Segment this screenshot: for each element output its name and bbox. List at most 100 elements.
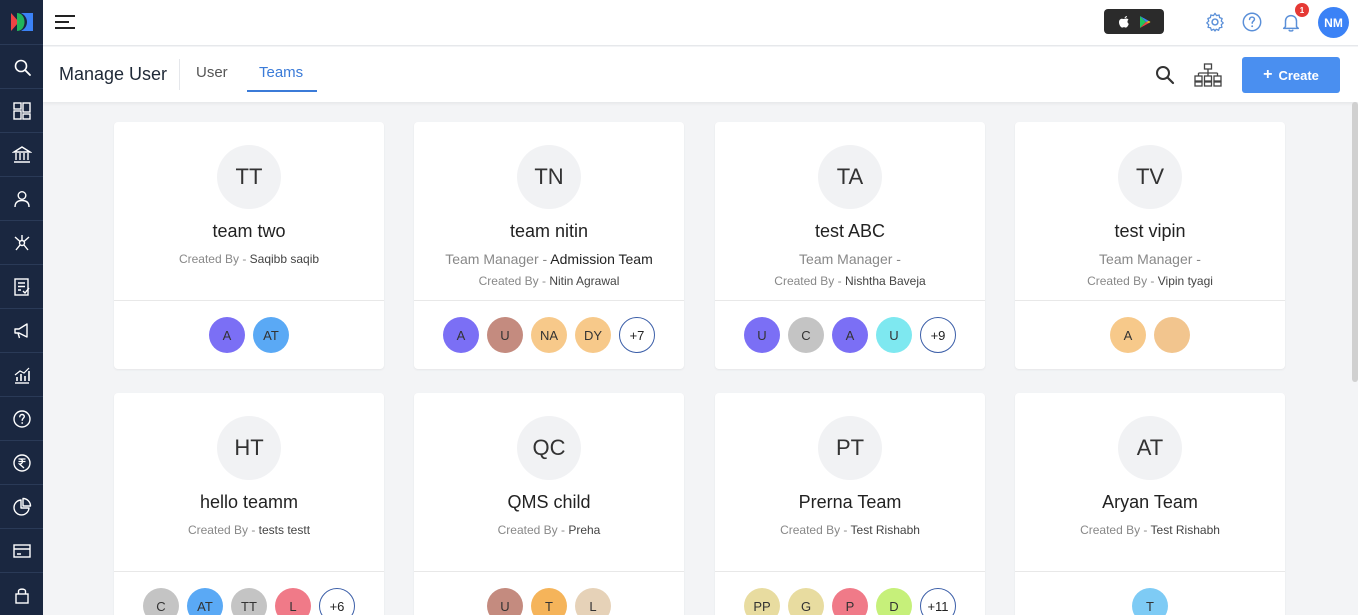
team-name: Aryan Team <box>1102 492 1198 512</box>
team-avatar: TN <box>517 145 581 209</box>
member-avatar[interactable]: L <box>275 588 311 615</box>
create-team-button[interactable]: + Create <box>1242 57 1340 93</box>
member-avatar[interactable] <box>1154 317 1190 353</box>
sidebar-item-network[interactable] <box>0 220 43 264</box>
team-created-by: Created By - Saqibb saqib <box>114 252 384 266</box>
create-button-label: Create <box>1278 67 1319 83</box>
member-avatar[interactable]: C <box>143 588 179 615</box>
member-avatar[interactable]: TT <box>231 588 267 615</box>
sidebar-item-megaphone[interactable] <box>0 308 43 352</box>
member-avatar[interactable]: T <box>1132 588 1168 615</box>
dashboard-icon <box>12 101 31 120</box>
member-avatar[interactable]: NA <box>531 317 567 353</box>
team-name: QMS child <box>507 492 591 512</box>
member-avatar[interactable]: AT <box>253 317 289 353</box>
help-icon[interactable] <box>1241 11 1263 33</box>
team-card[interactable]: PT Prerna Team Created By - Test Rishabh PP… <box>715 393 985 615</box>
notification-count-badge: 1 <box>1295 3 1309 17</box>
sidebar-item-pie-chart[interactable] <box>0 484 43 528</box>
team-members: A AT <box>114 317 384 353</box>
member-avatar[interactable]: G <box>788 588 824 615</box>
card-divider <box>414 571 684 572</box>
member-avatar[interactable]: A <box>1110 317 1146 353</box>
lock-icon <box>14 587 29 604</box>
sidebar-item-rupee[interactable] <box>0 440 43 484</box>
user-avatar[interactable]: NM <box>1318 7 1349 38</box>
sidebar-item-help[interactable] <box>0 396 43 440</box>
sidebar-item-checklist[interactable] <box>0 264 43 308</box>
more-members-badge[interactable]: +7 <box>619 317 655 353</box>
member-avatar[interactable]: A <box>832 317 868 353</box>
member-avatar[interactable]: U <box>744 317 780 353</box>
member-avatar[interactable]: A <box>443 317 479 353</box>
team-created-by: Created By - Preha <box>414 523 684 537</box>
team-card[interactable]: TT team two Created By - Saqibb saqib A AT <box>114 122 384 369</box>
app-store-badge[interactable] <box>1104 9 1164 34</box>
team-members: A U NA DY +7 <box>414 317 684 353</box>
card-divider <box>1015 300 1285 301</box>
tab-teams[interactable]: Teams <box>259 64 303 81</box>
created-by-name: Test Rishabh <box>1150 523 1220 537</box>
member-avatar[interactable]: C <box>788 317 824 353</box>
page-scrollbar[interactable] <box>1352 102 1358 382</box>
play-store-icon <box>1139 15 1150 28</box>
sidebar-item-user[interactable] <box>0 176 43 220</box>
member-avatar[interactable]: T <box>531 588 567 615</box>
created-by-name: Nitin Agrawal <box>549 274 620 288</box>
sidebar-item-search[interactable] <box>0 44 43 88</box>
created-by-label: Created By - <box>1087 274 1158 288</box>
card-divider <box>414 300 684 301</box>
member-avatar[interactable]: U <box>487 588 523 615</box>
more-members-badge[interactable]: +6 <box>319 588 355 615</box>
card-divider <box>1015 571 1285 572</box>
sidebar-item-analytics[interactable] <box>0 352 43 396</box>
more-members-badge[interactable]: +11 <box>920 588 956 615</box>
search-icon <box>14 59 31 76</box>
team-card[interactable]: AT Aryan Team Created By - Test Rishabh T <box>1015 393 1285 615</box>
team-manager: Team Manager - Admission Team <box>414 251 684 267</box>
team-name: team two <box>212 221 286 241</box>
hierarchy-icon[interactable] <box>1194 63 1222 87</box>
member-avatar[interactable]: PP <box>744 588 780 615</box>
team-card[interactable]: TN team nitin Team Manager - Admission Tea… <box>414 122 684 369</box>
more-members-badge[interactable]: +9 <box>920 317 956 353</box>
member-avatar[interactable]: A <box>209 317 245 353</box>
team-card[interactable]: TV test vipin Team Manager - Created By - V… <box>1015 122 1285 369</box>
member-avatar[interactable]: L <box>575 588 611 615</box>
tab-user[interactable]: User <box>196 64 228 81</box>
plus-icon: + <box>1263 66 1273 83</box>
team-avatar: TA <box>818 145 882 209</box>
user-icon <box>13 190 30 207</box>
active-tab-indicator <box>247 90 317 92</box>
team-members: PP G P D +11 <box>715 588 985 615</box>
team-card[interactable]: HT hello teamm Created By - tests testt C AT… <box>114 393 384 615</box>
menu-toggle-icon[interactable] <box>55 13 77 31</box>
member-avatar[interactable]: P <box>832 588 868 615</box>
member-avatar[interactable]: U <box>876 317 912 353</box>
member-avatar[interactable]: D <box>876 588 912 615</box>
team-avatar: PT <box>818 416 882 480</box>
member-avatar[interactable]: AT <box>187 588 223 615</box>
settings-gear-icon[interactable] <box>1204 11 1226 33</box>
pie-chart-icon <box>12 497 31 516</box>
sidebar-item-institution[interactable] <box>0 132 43 176</box>
team-name: test vipin <box>1114 221 1186 241</box>
checklist-icon <box>13 277 30 296</box>
search-icon[interactable] <box>1153 63 1177 87</box>
created-by-label: Created By - <box>774 274 845 288</box>
rupee-icon <box>12 453 31 472</box>
sidebar-item-card[interactable] <box>0 528 43 572</box>
member-avatar[interactable]: U <box>487 317 523 353</box>
app-logo[interactable] <box>0 0 43 44</box>
team-created-by: Created By - Vipin tyagi <box>1015 274 1285 288</box>
team-card[interactable]: QC QMS child Created By - Preha U T L <box>414 393 684 615</box>
sidebar-item-lock[interactable] <box>0 572 43 615</box>
team-card[interactable]: TA test ABC Team Manager - Created By - Nis… <box>715 122 985 369</box>
team-manager: Team Manager - <box>1015 251 1285 267</box>
network-icon <box>14 234 29 250</box>
sidebar-item-dashboard[interactable] <box>0 88 43 132</box>
created-by-name: Saqibb saqib <box>249 252 320 266</box>
team-avatar: AT <box>1118 416 1182 480</box>
created-by-label: Created By - <box>497 523 569 537</box>
member-avatar[interactable]: DY <box>575 317 611 353</box>
